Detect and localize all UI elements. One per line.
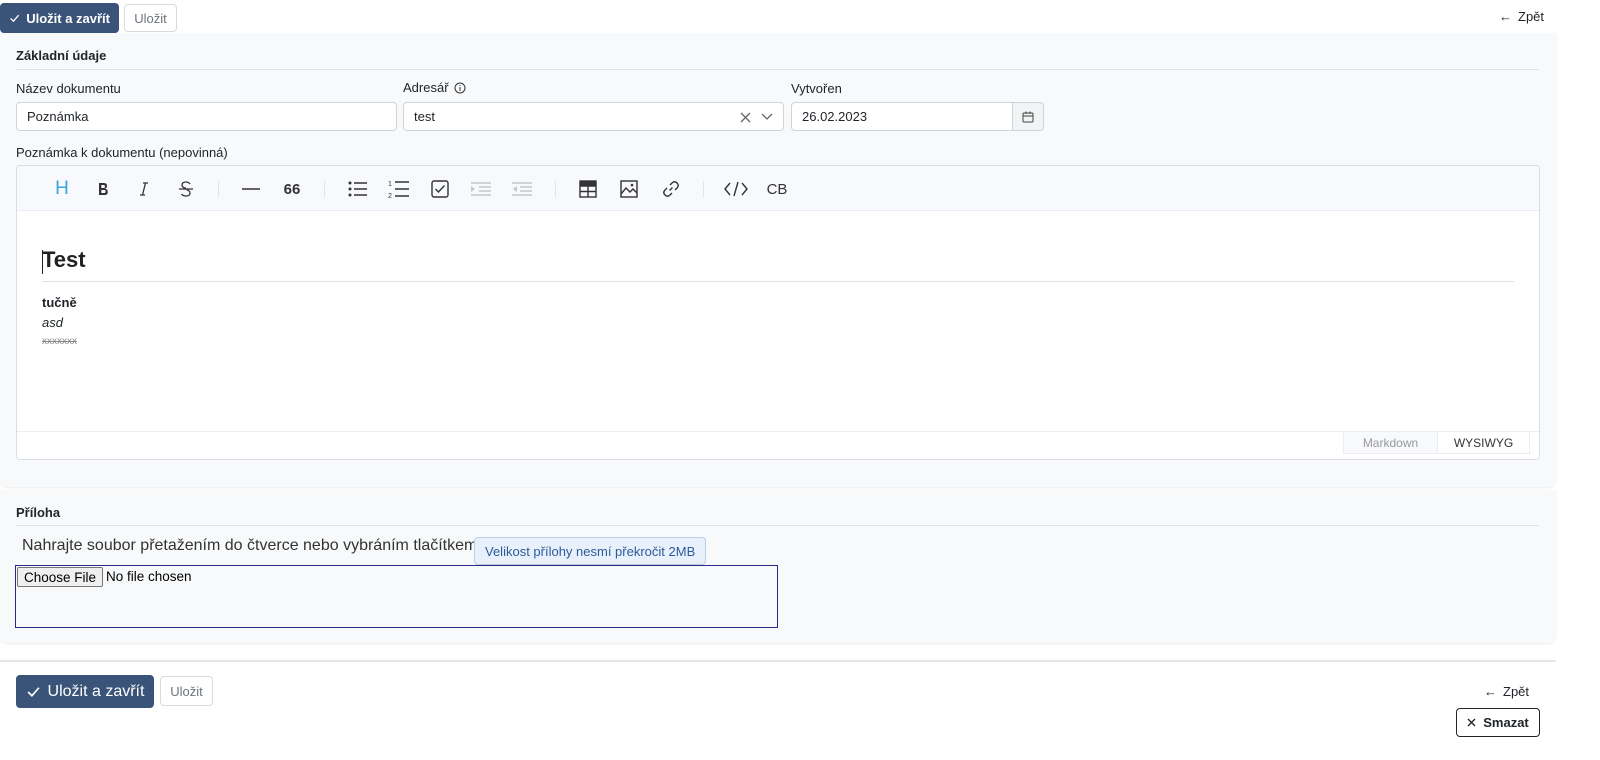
delete-label: Smazat	[1483, 715, 1529, 730]
back-link[interactable]: ← Zpět	[1499, 9, 1544, 24]
image-icon[interactable]	[616, 176, 642, 202]
markdown-editor: H 66 12 CB Test tučně asd xxxxxxx Markdo…	[16, 165, 1540, 460]
basic-info-card: Základní údaje Název dokumentu Poznámka …	[0, 33, 1556, 487]
toolbar-separator	[703, 181, 704, 197]
back-label: Zpět	[1503, 684, 1530, 699]
calendar-button[interactable]	[1012, 102, 1044, 131]
arrow-left-icon: ←	[1484, 684, 1497, 699]
directory-label-text: Adresář	[403, 80, 449, 95]
delete-button[interactable]: Smazat	[1456, 708, 1540, 737]
toolbar-separator	[555, 181, 556, 197]
bottom-save-and-close-button[interactable]: Uložit a zavřít	[16, 675, 154, 708]
note-label: Poznámka k dokumentu (nepovinná)	[16, 145, 228, 160]
toolbar-separator	[324, 181, 325, 197]
document-name-label: Název dokumentu	[16, 81, 121, 96]
editor-mode-switch: Markdown WYSIWYG	[17, 431, 1539, 459]
heading-icon[interactable]: H	[49, 176, 75, 202]
editor-content[interactable]: Test tučně asd xxxxxxx	[42, 211, 1514, 431]
file-drop-zone[interactable]: Choose File No file chosen	[15, 565, 778, 628]
content-heading[interactable]: Test	[42, 247, 1514, 282]
choose-file-button[interactable]: Choose File	[17, 567, 104, 587]
attachment-card: Příloha Nahrajte soubor přetažením do čt…	[0, 490, 1556, 643]
check-icon	[10, 14, 20, 23]
bottom-divider	[0, 660, 1556, 662]
arrow-left-icon: ←	[1499, 9, 1512, 24]
table-icon[interactable]	[575, 176, 601, 202]
content-bold-text[interactable]: tučně	[42, 295, 77, 310]
no-file-chosen-text: No file chosen	[106, 569, 192, 584]
directory-select[interactable]: test	[403, 102, 784, 131]
close-icon	[1467, 718, 1476, 727]
section-divider	[16, 525, 1539, 526]
code-block-icon[interactable]: CB	[764, 176, 790, 202]
editor-toolbar: H 66 12 CB	[17, 166, 1539, 211]
save-and-close-label: Uložit a zavřít	[47, 682, 145, 700]
svg-text:2: 2	[388, 193, 392, 199]
chevron-down-icon[interactable]	[761, 113, 773, 121]
size-limit-badge: Velikost přílohy nesmí překročit 2MB	[474, 537, 707, 565]
quote-icon[interactable]: 66	[279, 176, 305, 202]
ordered-list-icon[interactable]: 12	[386, 176, 412, 202]
clear-icon[interactable]	[740, 112, 751, 123]
tab-wysiwyg[interactable]: WYSIWYG	[1437, 432, 1530, 454]
code-icon[interactable]	[723, 176, 749, 202]
content-strike-text[interactable]: xxxxxxx	[42, 336, 77, 347]
bottom-save-button[interactable]: Uložit	[160, 676, 213, 706]
info-icon[interactable]	[454, 82, 466, 94]
strike-icon[interactable]	[173, 176, 199, 202]
bullet-list-icon[interactable]	[345, 176, 371, 202]
created-label: Vytvořen	[791, 81, 842, 96]
save-and-close-label: Uložit a zavřít	[26, 10, 110, 26]
created-date-input[interactable]: 26.02.2023	[791, 102, 1013, 131]
calendar-icon	[1022, 111, 1034, 122]
indent-icon[interactable]	[468, 176, 494, 202]
back-label: Zpět	[1518, 9, 1545, 24]
directory-value: test	[414, 109, 435, 124]
upload-hint-text: Nahrajte soubor přetažením do čtverce ne…	[22, 537, 478, 554]
hr-icon[interactable]	[238, 176, 264, 202]
bold-icon[interactable]	[90, 176, 116, 202]
svg-text:1: 1	[388, 181, 392, 188]
outdent-icon[interactable]	[509, 176, 535, 202]
toolbar-separator	[218, 181, 219, 197]
directory-label: Adresář	[403, 80, 466, 95]
section-title-basic: Základní údaje	[16, 48, 107, 63]
top-toolbar: Uložit a zavřít Uložit ← Zpět	[0, 0, 1600, 33]
section-divider	[16, 69, 1539, 70]
save-and-close-button[interactable]: Uložit a zavřít	[0, 3, 119, 33]
save-button[interactable]: Uložit	[124, 4, 177, 32]
italic-icon[interactable]	[131, 176, 157, 202]
link-icon[interactable]	[658, 176, 684, 202]
document-name-input[interactable]: Poznámka	[16, 102, 397, 131]
section-title-attachment: Příloha	[16, 505, 61, 520]
task-list-icon[interactable]	[427, 176, 453, 202]
tab-markdown[interactable]: Markdown	[1343, 432, 1438, 454]
content-italic-text[interactable]: asd	[42, 315, 63, 330]
bottom-back-link[interactable]: ← Zpět	[1484, 684, 1529, 699]
check-icon	[27, 687, 40, 698]
